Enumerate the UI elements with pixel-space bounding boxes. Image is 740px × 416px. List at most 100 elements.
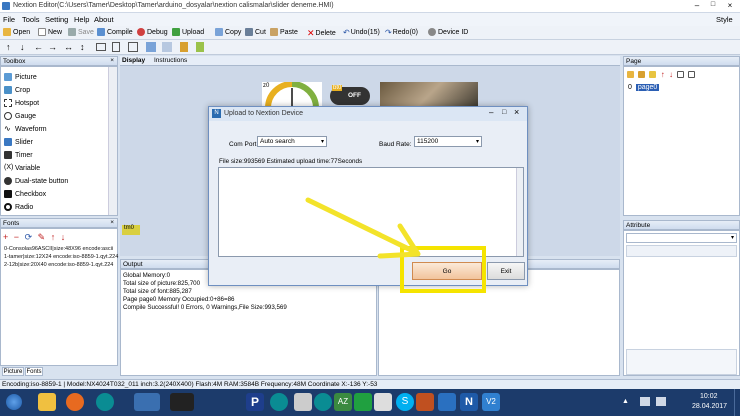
arduino-icon[interactable] — [96, 393, 114, 411]
timer-badge[interactable]: tm0 — [122, 225, 140, 235]
volume-icon[interactable] — [656, 397, 666, 406]
log-scrollbar[interactable] — [516, 168, 523, 256]
upload-button[interactable]: Upload — [172, 28, 204, 36]
debug-button[interactable]: Debug — [137, 28, 168, 36]
align-right-icon[interactable]: → — [48, 42, 57, 52]
firefox-icon[interactable] — [66, 393, 84, 411]
menu-style[interactable]: Style — [716, 15, 733, 24]
move-down-font-icon[interactable]: ↓ — [61, 232, 66, 242]
paypal-icon[interactable]: P — [246, 393, 264, 411]
tab-instructions[interactable]: Instructions — [154, 57, 187, 64]
remove-font-icon[interactable]: − — [14, 232, 19, 242]
move-up-font-icon[interactable]: ↑ — [51, 232, 56, 242]
insert-page-icon[interactable] — [638, 71, 646, 79]
export-page-icon[interactable] — [688, 71, 696, 79]
dialog-maximize-button[interactable]: □ — [502, 109, 506, 116]
save-button[interactable]: Save — [68, 28, 94, 36]
tool-variable[interactable]: (X) Variable — [4, 164, 40, 172]
gauge-widget[interactable]: z0 — [262, 82, 322, 108]
arduino3-icon[interactable] — [314, 393, 332, 411]
font-item[interactable]: 1-tamer|size:12X24 encode:iso-8859-1.qyt… — [4, 254, 118, 260]
tool-radio[interactable]: Radio — [4, 203, 33, 211]
paste-button[interactable]: Paste — [270, 28, 298, 36]
tool-waveform[interactable]: ∿ Waveform — [4, 125, 47, 133]
edit-font-icon[interactable]: ✎ — [38, 232, 46, 242]
nextion-editor-icon[interactable]: N — [460, 393, 478, 411]
same-size-icon[interactable] — [128, 42, 138, 52]
device-id-button[interactable]: Device ID — [428, 28, 468, 36]
dialog-close-button[interactable]: × — [514, 107, 519, 117]
clock-time[interactable]: 10:02 — [700, 393, 718, 400]
compile-button[interactable]: Compile — [97, 28, 133, 36]
add-font-icon[interactable]: + — [3, 232, 8, 242]
minimize-button[interactable]: – — [690, 1, 704, 11]
cut-button[interactable]: Cut — [245, 28, 266, 36]
tool-dual-state-button[interactable]: Dual-state button — [4, 177, 68, 185]
align-top-icon[interactable]: ↑ — [6, 42, 11, 52]
tab-fonts[interactable]: Fonts — [25, 367, 43, 376]
explorer-icon[interactable] — [38, 393, 56, 411]
tool-hotspot[interactable]: Hotspot — [4, 99, 39, 107]
com-port-select[interactable]: Auto search ▾ — [257, 136, 327, 147]
start-button[interactable] — [6, 394, 22, 410]
align-bottom-icon[interactable]: ↓ — [20, 42, 25, 52]
tab-display[interactable]: Display — [122, 57, 145, 64]
delete-button[interactable]: ✕ Delete — [307, 28, 336, 39]
copy-page-icon[interactable] — [649, 71, 657, 79]
redo-button[interactable]: ↷ Redo(0) — [385, 28, 418, 37]
menu-file[interactable]: File — [3, 15, 15, 24]
baud-rate-select[interactable]: 115200 ▾ — [414, 136, 482, 147]
dialog-minimize-button[interactable]: – — [489, 108, 493, 117]
tool-checkbox[interactable]: Checkbox — [4, 190, 46, 198]
menu-tools[interactable]: Tools — [22, 15, 40, 24]
toolbox-close-icon[interactable]: × — [110, 57, 114, 64]
same-height-icon[interactable] — [112, 42, 120, 52]
font-item[interactable]: 0-Consolas96ASCII|size:48X96 encode:asci… — [4, 246, 113, 252]
picture-widget[interactable] — [380, 82, 478, 108]
az-icon[interactable]: AZ — [334, 393, 352, 411]
center-horizontal-icon[interactable]: ↔ — [64, 42, 73, 52]
exit-button[interactable]: Exit — [487, 262, 525, 280]
image-app-icon[interactable] — [438, 393, 456, 411]
undo-button[interactable]: ↶ Undo(15) — [343, 28, 380, 37]
unlock-icon[interactable] — [196, 42, 204, 52]
chart-icon[interactable] — [374, 393, 392, 411]
send-back-icon[interactable] — [162, 42, 172, 52]
open-button[interactable]: Open — [3, 28, 30, 36]
clock-date[interactable]: 28.04.2017 — [692, 403, 727, 410]
arduino2-icon[interactable] — [270, 393, 288, 411]
move-down-page-icon[interactable]: ↓ — [669, 70, 673, 79]
tool-picture[interactable]: Picture — [4, 73, 37, 81]
fonts-close-icon[interactable]: × — [110, 219, 114, 226]
tab-picture[interactable]: Picture — [2, 367, 24, 376]
show-desktop-button[interactable] — [734, 389, 740, 416]
toolbox-scrollbar[interactable] — [108, 67, 117, 215]
menu-help[interactable]: Help — [74, 15, 89, 24]
menu-about[interactable]: About — [94, 15, 114, 24]
close-button[interactable]: × — [722, 1, 738, 11]
menu-setting[interactable]: Setting — [45, 15, 68, 24]
window-icon[interactable] — [134, 393, 160, 411]
lock-icon[interactable] — [180, 42, 188, 52]
import-page-icon[interactable] — [677, 71, 685, 79]
app-dots-icon[interactable] — [294, 393, 312, 411]
tool-gauge[interactable]: Gauge — [4, 112, 36, 120]
skype-icon[interactable]: S — [396, 393, 414, 411]
move-up-page-icon[interactable]: ↑ — [661, 70, 665, 79]
tool-crop[interactable]: Crop — [4, 86, 30, 94]
new-button[interactable]: New — [38, 28, 62, 36]
bring-front-icon[interactable] — [146, 42, 156, 52]
toggle-widget[interactable]: bt0 OFF — [330, 85, 370, 105]
tool-timer[interactable]: Timer — [4, 151, 33, 159]
tool-slider[interactable]: Slider — [4, 138, 33, 146]
copy-button[interactable]: Copy — [215, 28, 241, 36]
network-icon[interactable] — [640, 397, 650, 406]
tray-up-icon[interactable]: ▲ — [622, 398, 629, 405]
align-left-icon[interactable]: ← — [34, 42, 43, 52]
attribute-selector[interactable]: ▾ — [626, 233, 737, 243]
add-page-icon[interactable] — [627, 71, 634, 79]
font-item[interactable]: 2-12b|size:20X40 encode:iso-8859-1.qyt.2… — [4, 262, 113, 268]
refresh-font-icon[interactable]: ⟳ — [25, 232, 33, 242]
tool-icon[interactable] — [416, 393, 434, 411]
terminal-icon[interactable] — [170, 393, 194, 411]
